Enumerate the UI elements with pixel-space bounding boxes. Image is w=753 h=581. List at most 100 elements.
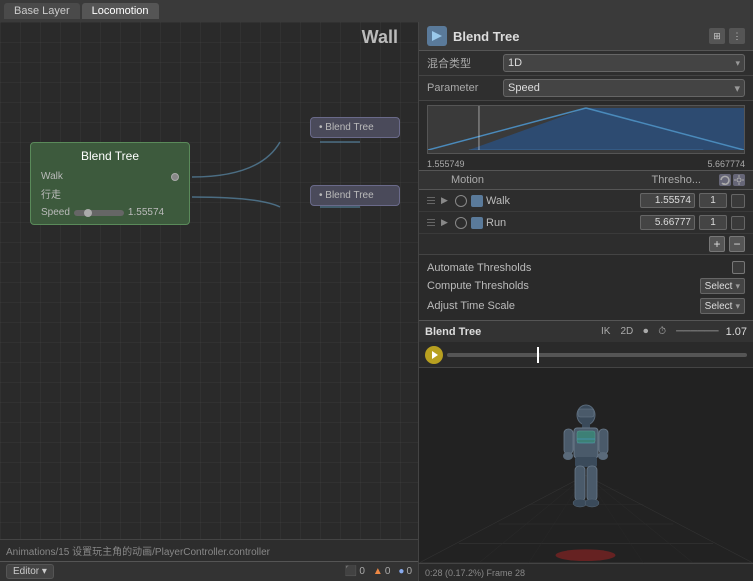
- blend-range-max: 5.667774: [707, 159, 745, 169]
- info-count: ● 0: [398, 566, 412, 577]
- motion-name-run: Run: [471, 217, 636, 229]
- blend-type-label: 混合类型: [427, 55, 497, 71]
- port-walk-cn-label: 行走: [41, 186, 61, 201]
- drag-handle-walk[interactable]: [427, 194, 437, 208]
- motion-row-walk[interactable]: ▶ Walk: [419, 190, 753, 212]
- preview-title: Blend Tree: [425, 326, 481, 338]
- automate-checkbox[interactable]: [732, 261, 745, 274]
- character-svg: [546, 403, 626, 533]
- add-motion-button[interactable]: +: [709, 236, 725, 252]
- timeline-position: [537, 347, 539, 363]
- circle-walk[interactable]: [455, 195, 467, 207]
- playback-bar: [419, 342, 753, 368]
- tab-bar: Base Layer Locomotion: [0, 0, 753, 22]
- blend-range-labels: 1.555749 5.667774: [419, 158, 753, 170]
- compute-label: Compute Thresholds: [427, 280, 694, 292]
- motion-icon-walk: [471, 195, 483, 207]
- options-section: Automate Thresholds Compute Thresholds S…: [419, 254, 753, 320]
- record-icon[interactable]: ⏺: [640, 325, 651, 338]
- graph-area[interactable]: Blend Tree Walk 行走 Speed 1.55574: [0, 22, 418, 539]
- drag-handle-run[interactable]: [427, 216, 437, 230]
- tab-base-layer[interactable]: Base Layer: [4, 3, 80, 19]
- status-bar: Editor ▾ ⬛ 0 ▲ 0 ● 0: [0, 561, 418, 581]
- speed-row: Speed 1.55574: [41, 207, 179, 218]
- 2d-icon[interactable]: 2D: [617, 325, 636, 338]
- right-panel: Blend Tree ⊞ ⋮ 混合类型 1D ▾ Parameter Speed…: [418, 22, 753, 581]
- speed-value: 1.55574: [128, 207, 164, 218]
- settings-icon[interactable]: [733, 174, 745, 186]
- inspector-header: Blend Tree ⊞ ⋮: [419, 22, 753, 51]
- node-walk[interactable]: • Blend Tree: [310, 117, 400, 138]
- param-dropdown-icon[interactable]: ▾: [728, 82, 740, 95]
- motion-col-thresh-label: Thresho...: [631, 174, 701, 186]
- inspector-title: Blend Tree: [453, 29, 703, 44]
- blend-range-min: 1.555749: [427, 159, 465, 169]
- preview-bottom: 0:28 (0.17.2%) Frame 28: [419, 563, 753, 581]
- blend-tree-node[interactable]: Blend Tree Walk 行走 Speed 1.55574: [30, 142, 190, 225]
- param-row: Parameter Speed ▾: [419, 76, 753, 101]
- timeline-track[interactable]: [447, 353, 747, 357]
- thresh-input-run[interactable]: [640, 215, 695, 230]
- automate-row: Automate Thresholds: [427, 259, 745, 276]
- node-run[interactable]: • Blend Tree: [310, 185, 400, 206]
- motion-check-run[interactable]: [731, 216, 745, 230]
- motion-col-icons: [705, 174, 745, 186]
- editor-button[interactable]: Editor ▾: [6, 564, 54, 579]
- thresh-val-walk[interactable]: [699, 193, 727, 208]
- motion-table-header: Motion Thresho...: [419, 170, 753, 190]
- speed-display: ──────: [673, 325, 722, 338]
- preview-toolbar: Blend Tree IK 2D ⏺ ⏱ ────── 1.07: [419, 320, 753, 342]
- add-remove-row: + −: [419, 234, 753, 254]
- expand-run[interactable]: ▶: [441, 217, 451, 228]
- compute-select[interactable]: Select ▾: [700, 278, 745, 294]
- port-walk-label: Walk: [41, 171, 63, 182]
- motion-icon-run: [471, 217, 483, 229]
- speed-slider-thumb: [84, 209, 92, 217]
- play-icon: [432, 351, 438, 359]
- inspector-open-icon[interactable]: ⊞: [709, 28, 725, 44]
- thresh-val-run[interactable]: [699, 215, 727, 230]
- bottom-bar: Animations/15 设置玩主角的动画/PlayerController.…: [0, 539, 418, 561]
- adjust-label: Adjust Time Scale: [427, 300, 694, 312]
- error-count: ⬛ 0: [345, 566, 365, 577]
- clock-icon[interactable]: ⏱: [655, 325, 669, 338]
- speed-slider[interactable]: [74, 210, 124, 216]
- remove-motion-button[interactable]: −: [729, 236, 745, 252]
- port-walk-dot: [171, 173, 179, 181]
- blend-type-row: 混合类型 1D ▾: [419, 51, 753, 76]
- expand-walk[interactable]: ▶: [441, 195, 451, 206]
- blend-tree-node-title: Blend Tree: [41, 149, 179, 163]
- motion-col-motion-label: Motion: [451, 174, 627, 186]
- blend-preview: [427, 105, 745, 154]
- ik-icon[interactable]: IK: [598, 325, 613, 338]
- blend-canvas-svg: [428, 106, 744, 150]
- inspector-header-icons: ⊞ ⋮: [709, 28, 745, 44]
- time-display: 0:28 (0.17.2%) Frame 28: [425, 568, 525, 578]
- play-button[interactable]: [425, 346, 443, 364]
- file-path: Animations/15 设置玩主角的动画/PlayerController.…: [6, 543, 412, 558]
- node-ports: Walk 行走: [41, 171, 179, 201]
- circle-run[interactable]: [455, 217, 467, 229]
- connections-svg: [0, 22, 418, 539]
- inspector-menu-icon[interactable]: ⋮: [729, 28, 745, 44]
- motion-check-walk[interactable]: [731, 194, 745, 208]
- loop-icon[interactable]: [719, 174, 731, 186]
- preview-icons: IK 2D ⏺ ⏱ ────── 1.07: [598, 325, 747, 338]
- node-walk-label: • Blend Tree: [319, 122, 391, 133]
- tab-locomotion[interactable]: Locomotion: [82, 3, 159, 19]
- automate-label: Automate Thresholds: [427, 262, 726, 274]
- adjust-select[interactable]: Select ▾: [700, 298, 745, 314]
- param-label: Parameter: [427, 82, 497, 94]
- port-walk: Walk: [41, 171, 179, 182]
- thresh-input-walk[interactable]: [640, 193, 695, 208]
- main-area: Blend Tree Walk 行走 Speed 1.55574: [0, 22, 753, 581]
- speed-label: Speed: [41, 207, 70, 218]
- blend-tree-icon: [427, 26, 447, 46]
- port-walk-cn: 行走: [41, 186, 179, 201]
- wall-label: Wall: [362, 27, 398, 48]
- node-run-label: • Blend Tree: [319, 190, 391, 201]
- preview-area: Blend Tree IK 2D ⏺ ⏱ ────── 1.07: [419, 320, 753, 581]
- param-value[interactable]: Speed ▾: [503, 79, 745, 97]
- motion-row-run[interactable]: ▶ Run: [419, 212, 753, 234]
- blend-type-select[interactable]: 1D ▾: [503, 54, 745, 72]
